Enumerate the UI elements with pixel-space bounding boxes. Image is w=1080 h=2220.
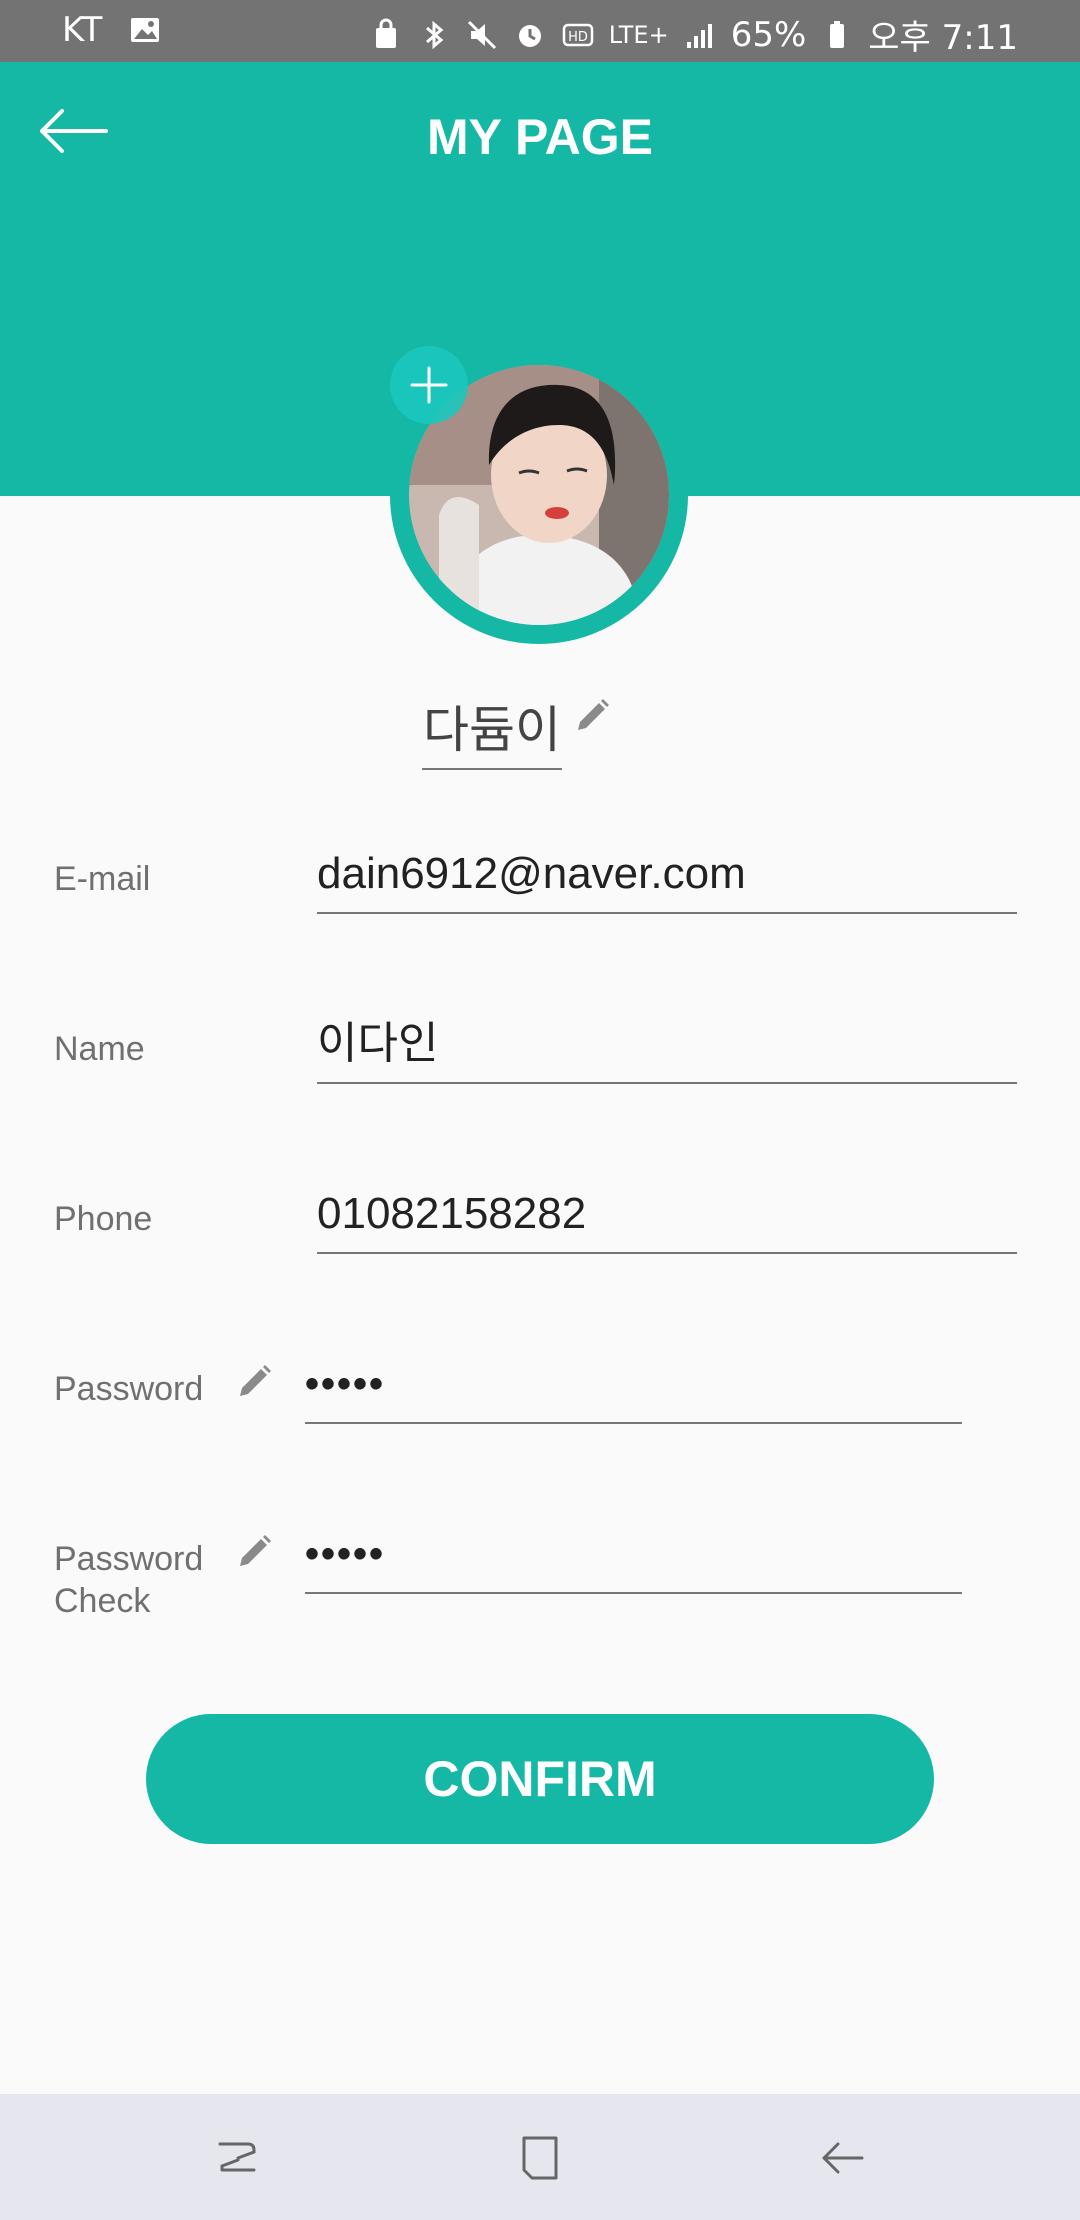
- status-bar: KT HD LTE+ 65% 오후 7:11: [0, 0, 1080, 62]
- navigation-bar: [0, 2094, 1080, 2220]
- password-check-field[interactable]: •••••: [305, 1526, 962, 1594]
- password-pencil-icon[interactable]: [234, 1362, 274, 1402]
- bluetooth-icon: [425, 20, 444, 49]
- add-photo-button[interactable]: [390, 346, 468, 424]
- home-icon[interactable]: [512, 2130, 568, 2186]
- page-title: MY PAGE: [427, 109, 653, 165]
- email-field[interactable]: dain6912@naver.com: [317, 846, 1017, 914]
- pencil-icon[interactable]: [572, 696, 612, 736]
- clock: 오후 7:11: [868, 18, 1018, 58]
- password-check-pencil-icon[interactable]: [234, 1532, 274, 1572]
- phone-label: Phone: [54, 1200, 153, 1238]
- name-field[interactable]: 이다인: [317, 1016, 1017, 1084]
- carrier-label: KT: [62, 10, 103, 50]
- mute-icon: [467, 20, 496, 49]
- password-field[interactable]: •••••: [305, 1356, 962, 1424]
- hd-voice-icon: HD: [562, 23, 593, 46]
- phone-field[interactable]: 01082158282: [317, 1186, 1017, 1254]
- plus-icon: [410, 366, 448, 404]
- confirm-button[interactable]: CONFIRM: [146, 1714, 934, 1844]
- alarm-icon: [518, 24, 541, 47]
- name-label: Name: [54, 1030, 145, 1068]
- back-icon[interactable]: [814, 2130, 870, 2186]
- nickname-field[interactable]: 다듐이: [422, 690, 562, 770]
- lock-notification-icon: [375, 18, 396, 48]
- password-check-label: Password Check: [54, 1538, 203, 1622]
- recent-apps-icon[interactable]: [210, 2130, 266, 2186]
- image-notification-icon: [131, 18, 160, 42]
- password-check-label-line1: Password: [54, 1540, 204, 1578]
- signal-icon: [686, 23, 712, 48]
- network-type-label: LTE+: [608, 20, 669, 49]
- password-check-label-line2: Check: [54, 1582, 151, 1620]
- svg-text:HD: HD: [568, 30, 588, 45]
- battery-icon: [830, 20, 845, 48]
- email-label: E-mail: [54, 860, 151, 898]
- password-label: Password: [54, 1370, 204, 1408]
- battery-percent: 65%: [730, 14, 807, 55]
